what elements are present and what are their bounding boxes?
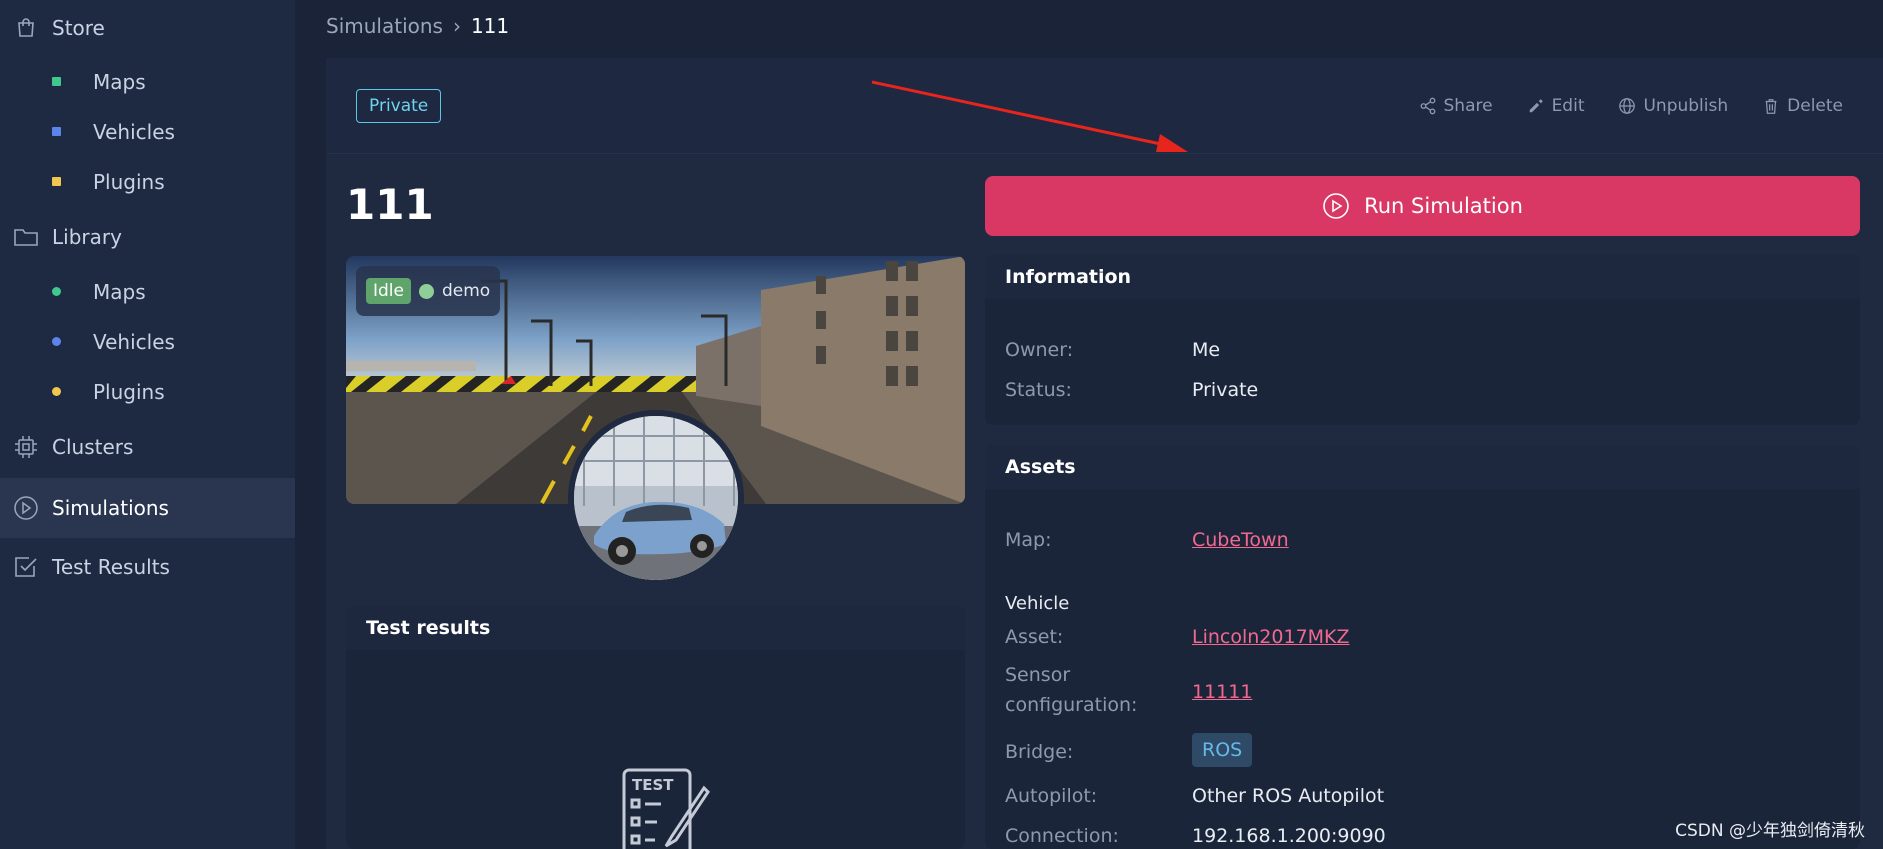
vehicles-dot bbox=[52, 337, 61, 346]
test-results-title: Test results bbox=[346, 606, 965, 650]
maps-dot bbox=[52, 287, 61, 296]
sidebar-item-library[interactable]: Library bbox=[0, 219, 295, 255]
sidebar-item-simulations[interactable]: Simulations bbox=[0, 478, 295, 538]
unpublish-button[interactable]: Unpublish bbox=[1618, 96, 1728, 116]
sidebar-item-label: Maps bbox=[93, 70, 146, 94]
sidebar-item-label: Plugins bbox=[93, 170, 165, 194]
visibility-badge: Private bbox=[356, 89, 442, 123]
sidebar-item-label: Library bbox=[52, 225, 122, 249]
action-bar: Share Edit Unpublish Delete bbox=[1419, 96, 1843, 116]
cluster-status-dot bbox=[419, 283, 434, 299]
autopilot-value: Other ROS Autopilot bbox=[1192, 785, 1385, 807]
share-button[interactable]: Share bbox=[1419, 96, 1493, 116]
sidebar-item-library-maps[interactable]: Maps bbox=[0, 274, 295, 310]
folder-icon bbox=[13, 224, 39, 250]
status-label: Status: bbox=[1005, 379, 1072, 401]
simulation-status-pill: Idle demo bbox=[356, 266, 501, 316]
panel-header: Private Share Edit Unpublish Delete bbox=[326, 58, 1883, 154]
owner-label: Owner: bbox=[1005, 339, 1074, 361]
play-circle-icon bbox=[1323, 193, 1349, 219]
unpublish-label: Unpublish bbox=[1643, 96, 1729, 116]
sidebar: Store Maps Vehicles Plugins Library Maps… bbox=[0, 0, 295, 849]
share-icon bbox=[1420, 97, 1435, 115]
trash-icon bbox=[1765, 99, 1777, 114]
vehicles-dot bbox=[52, 127, 61, 136]
sidebar-item-store-plugins[interactable]: Plugins bbox=[0, 164, 295, 200]
connection-label: Connection: bbox=[1005, 825, 1119, 847]
sensor-label-line1: Sensor bbox=[1005, 664, 1071, 686]
share-label: Share bbox=[1443, 96, 1493, 116]
sidebar-item-label: Test Results bbox=[52, 555, 170, 579]
maps-dot bbox=[52, 77, 61, 86]
edit-label: Edit bbox=[1551, 96, 1585, 116]
map-link[interactable]: CubeTown bbox=[1192, 529, 1289, 551]
sidebar-item-store-vehicles[interactable]: Vehicles bbox=[0, 114, 295, 150]
owner-value: Me bbox=[1192, 339, 1221, 361]
globe-icon bbox=[1619, 98, 1636, 114]
delete-label: Delete bbox=[1787, 96, 1843, 116]
plugins-dot bbox=[52, 387, 61, 396]
bridge-label: Bridge: bbox=[1005, 741, 1074, 763]
sidebar-item-label: Plugins bbox=[93, 380, 165, 404]
assets-card: Assets Map: CubeTown Vehicle Asset: Linc… bbox=[985, 445, 1860, 849]
status-badge: Idle bbox=[366, 278, 411, 304]
autopilot-label: Autopilot: bbox=[1005, 785, 1098, 807]
sidebar-item-store-maps[interactable]: Maps bbox=[0, 64, 295, 100]
bridge-badge: ROS bbox=[1192, 733, 1253, 767]
assets-title: Assets bbox=[985, 445, 1860, 489]
pencil-icon bbox=[1529, 99, 1543, 113]
map-label: Map: bbox=[1005, 529, 1052, 551]
play-circle-icon bbox=[13, 495, 39, 521]
test-results-card: Test results TEST bbox=[346, 606, 965, 849]
status-value: Private bbox=[1192, 379, 1259, 401]
asset-label: Asset: bbox=[1005, 626, 1064, 648]
vehicle-asset-link[interactable]: Lincoln2017MKZ bbox=[1192, 626, 1350, 648]
sensor-configuration-link[interactable]: 11111 bbox=[1192, 681, 1252, 703]
checkbox-icon bbox=[13, 554, 39, 580]
clipboard-label: TEST bbox=[632, 776, 674, 794]
sidebar-item-label: Maps bbox=[93, 280, 146, 304]
simulation-title: 111 bbox=[346, 180, 434, 229]
plugins-dot bbox=[52, 177, 61, 186]
sidebar-item-label: Clusters bbox=[52, 435, 134, 459]
cluster-name: demo bbox=[442, 281, 491, 301]
sidebar-item-label: Simulations bbox=[52, 496, 169, 520]
test-clipboard-icon: TEST bbox=[622, 768, 710, 849]
run-simulation-button[interactable]: Run Simulation bbox=[985, 176, 1860, 236]
delete-button[interactable]: Delete bbox=[1762, 96, 1843, 116]
breadcrumb-parent-link[interactable]: Simulations bbox=[326, 14, 443, 38]
cpu-chip-icon bbox=[13, 434, 39, 460]
shopping-bag-icon bbox=[13, 15, 39, 41]
information-card: Information Owner: Me Status: Private bbox=[985, 255, 1860, 425]
sidebar-item-clusters[interactable]: Clusters bbox=[0, 429, 295, 465]
breadcrumb-current: 111 bbox=[470, 14, 510, 38]
breadcrumb-separator: › bbox=[452, 14, 461, 38]
vehicle-heading: Vehicle bbox=[1005, 593, 1070, 614]
sidebar-item-library-plugins[interactable]: Plugins bbox=[0, 374, 295, 410]
sidebar-item-store[interactable]: Store bbox=[0, 10, 295, 46]
sidebar-item-label: Store bbox=[52, 16, 105, 40]
sidebar-item-test-results[interactable]: Test Results bbox=[0, 549, 295, 585]
run-simulation-label: Run Simulation bbox=[1364, 194, 1523, 218]
edit-button[interactable]: Edit bbox=[1527, 96, 1585, 116]
sensor-label-line2: configuration: bbox=[1005, 694, 1138, 716]
information-title: Information bbox=[985, 255, 1860, 299]
vehicle-thumbnail bbox=[568, 410, 744, 586]
sidebar-item-label: Vehicles bbox=[93, 120, 175, 144]
sidebar-item-label: Vehicles bbox=[93, 330, 175, 354]
connection-value: 192.168.1.200:9090 bbox=[1192, 825, 1386, 847]
breadcrumb: Simulations › 111 bbox=[326, 14, 509, 38]
watermark-text: CSDN @少年独剑倚清秋 bbox=[1675, 821, 1865, 841]
sidebar-item-library-vehicles[interactable]: Vehicles bbox=[0, 324, 295, 360]
